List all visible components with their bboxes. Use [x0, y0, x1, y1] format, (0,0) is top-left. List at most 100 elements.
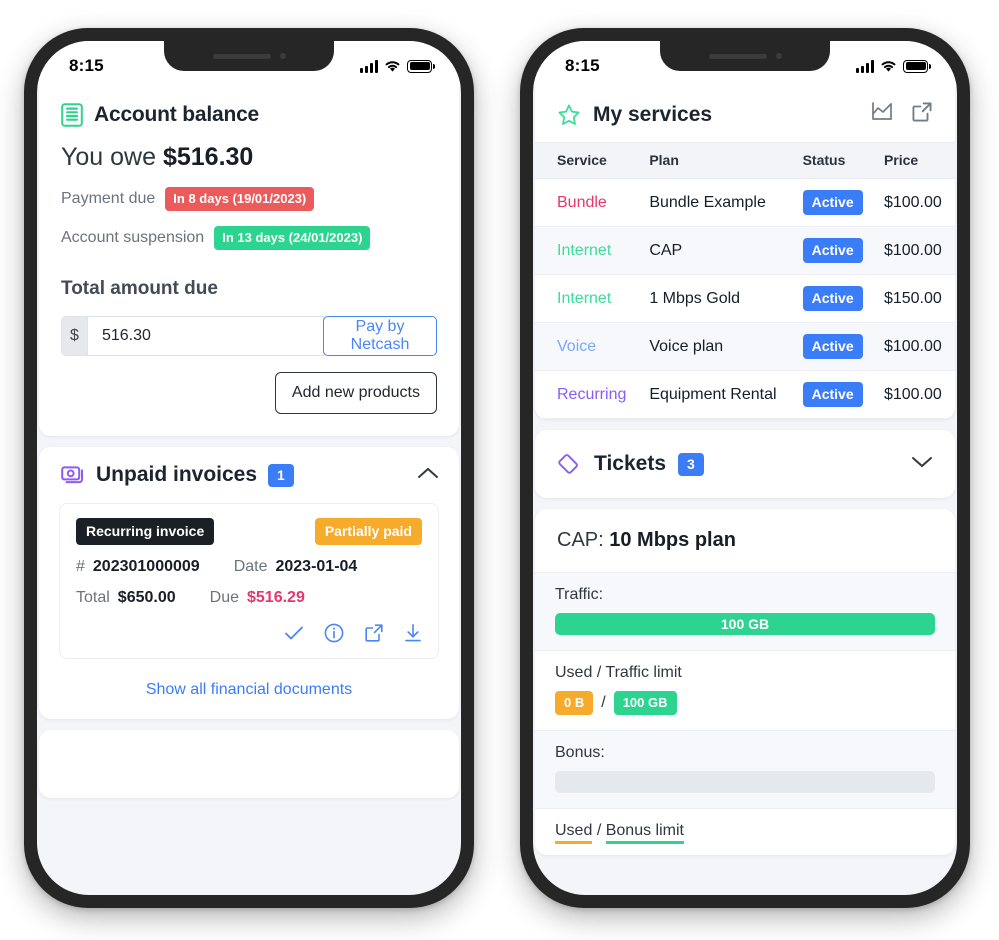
- cell-plan: CAP: [641, 226, 795, 275]
- show-all-financial-documents-link[interactable]: Show all financial documents: [39, 659, 459, 719]
- invoice-tags: Recurring invoice Partially paid: [76, 518, 422, 545]
- status-time: 8:15: [565, 56, 600, 75]
- bonus-meter: [555, 771, 935, 793]
- status-time: 8:15: [69, 56, 104, 75]
- info-icon[interactable]: [324, 623, 344, 648]
- unpaid-invoices-card: Unpaid invoices 1 Recurring invoice Part…: [39, 447, 459, 719]
- tickets-header[interactable]: Tickets 3: [535, 430, 955, 498]
- invoice-date-label: Date: [233, 558, 268, 575]
- account-balance-header: Account balance: [39, 87, 459, 131]
- status-icons: [360, 59, 435, 73]
- separator: /: [601, 694, 606, 711]
- status-icons: [856, 59, 931, 73]
- chart-icon[interactable]: [871, 101, 893, 128]
- cap-title-plan: 10 Mbps plan: [609, 529, 736, 551]
- table-row[interactable]: Recurring Equipment Rental Active $100.00: [535, 370, 955, 419]
- tickets-count: 3: [678, 452, 704, 476]
- payment-due-label: Payment due: [61, 190, 156, 207]
- account-balance-card: Account balance You owe $516.30 Payment …: [39, 87, 459, 436]
- table-row[interactable]: Bundle Bundle Example Active $100.00: [535, 178, 955, 227]
- amount-row: $ Pay by Netcash: [39, 300, 459, 356]
- invoice-due-label: Due: [209, 589, 239, 606]
- external-link-icon[interactable]: [911, 101, 933, 128]
- invoice-totals-row: Total $650.00 Due $516.29: [76, 589, 422, 607]
- phone-left: 8:15 Account balance You owe $516.30 Pay…: [24, 28, 474, 908]
- invoice-item[interactable]: Recurring invoice Partially paid # 20230…: [59, 503, 439, 659]
- invoice-status-badge: Partially paid: [314, 518, 422, 545]
- bonus-label: Bonus:: [555, 744, 605, 761]
- used-bonus-limit-row: Used / Bonus limit: [535, 808, 955, 855]
- pay-by-netcash-button[interactable]: Pay by Netcash: [322, 316, 437, 356]
- cell-plan: 1 Mbps Gold: [641, 274, 795, 323]
- invoice-due-value: $516.29: [247, 589, 305, 606]
- star-outline-icon[interactable]: [557, 103, 581, 127]
- bonus-limit-label: Bonus limit: [605, 822, 684, 844]
- services-table-header-row: Service Plan Status Price: [535, 142, 955, 179]
- cell-status: Active: [794, 178, 876, 227]
- cell-status: Active: [794, 274, 876, 323]
- invoice-actions: [76, 623, 422, 648]
- my-services-card: My services Service Plan Status Price Bu…: [535, 87, 955, 419]
- services-table: Service Plan Status Price Bundle Bundle E…: [535, 142, 955, 419]
- separator: /: [596, 664, 602, 681]
- cell-price: $100.00: [875, 226, 955, 275]
- bonus-used-label: Used: [555, 822, 593, 844]
- invoice-total-value: $650.00: [117, 589, 176, 606]
- table-row[interactable]: Internet 1 Mbps Gold Active $150.00: [535, 274, 955, 323]
- placeholder-card: [39, 730, 459, 798]
- used-label: Used: [555, 664, 593, 681]
- cell-plan: Equipment Rental: [641, 370, 795, 419]
- chevron-down-icon[interactable]: [911, 455, 933, 474]
- wifi-icon: [881, 60, 896, 72]
- invoice-number-row: # 202301000009 Date 2023-01-04: [76, 558, 422, 576]
- wifi-icon: [385, 60, 400, 72]
- download-icon[interactable]: [404, 623, 422, 648]
- page-title: Account balance: [94, 103, 260, 126]
- account-suspension-row: Account suspension In 13 days (24/01/202…: [39, 211, 459, 250]
- traffic-meter: 100 GB: [555, 613, 935, 635]
- traffic-label: Traffic:: [555, 586, 604, 603]
- cell-price: $100.00: [875, 370, 955, 419]
- currency-symbol: $: [61, 316, 87, 356]
- screenshot-stage: 8:15 Account balance You owe $516.30 Pay…: [0, 0, 999, 940]
- check-icon[interactable]: [284, 625, 304, 646]
- my-services-header: My services: [535, 87, 955, 142]
- notch: [164, 41, 334, 71]
- my-services-title: My services: [593, 102, 713, 126]
- used-traffic-limit-row: Used / Traffic limit 0 B / 100 GB: [535, 650, 955, 730]
- column-header-service: Service: [535, 142, 642, 179]
- unpaid-invoices-title: Unpaid invoices: [96, 463, 258, 486]
- cap-title: CAP: 10 Mbps plan: [535, 509, 955, 572]
- unpaid-invoices-header[interactable]: Unpaid invoices 1: [39, 447, 459, 487]
- table-row[interactable]: Internet CAP Active $100.00: [535, 226, 955, 275]
- owe-amount: $516.30: [162, 143, 254, 171]
- cap-title-prefix: CAP:: [557, 529, 604, 551]
- external-link-icon[interactable]: [364, 623, 384, 648]
- owe-prefix: You owe: [61, 143, 156, 171]
- cell-status: Active: [794, 370, 876, 419]
- add-new-products-button[interactable]: Add new products: [274, 372, 437, 414]
- tickets-card[interactable]: Tickets 3: [535, 430, 955, 498]
- cell-service: Recurring: [535, 370, 642, 419]
- cell-service: Internet: [535, 274, 642, 323]
- my-services-actions: [871, 101, 933, 128]
- cell-service: Voice: [535, 322, 642, 371]
- cell-status: Active: [794, 322, 876, 371]
- phone-right-screen: 8:15 My services Service Plan Status Pri…: [533, 41, 957, 895]
- notch: [660, 41, 830, 71]
- traffic-row: Traffic: 100 GB: [535, 572, 955, 650]
- chevron-up-icon[interactable]: [417, 466, 439, 485]
- invoice-type-tag: Recurring invoice: [76, 518, 215, 545]
- banknote-icon: [61, 466, 83, 484]
- bonus-row: Bonus:: [535, 730, 955, 808]
- owe-line: You owe $516.30: [39, 131, 459, 172]
- front-camera-icon: [279, 53, 286, 59]
- phone-right: 8:15 My services Service Plan Status Pri…: [520, 28, 970, 908]
- amount-input[interactable]: [86, 316, 324, 356]
- tickets-title: Tickets: [594, 452, 666, 475]
- cellular-bars-icon: [856, 59, 874, 73]
- payment-due-row: Payment due In 8 days (19/01/2023): [39, 172, 459, 211]
- invoice-date-value: 2023-01-04: [275, 558, 358, 575]
- table-row[interactable]: Voice Voice plan Active $100.00: [535, 322, 955, 371]
- cell-status: Active: [794, 226, 876, 275]
